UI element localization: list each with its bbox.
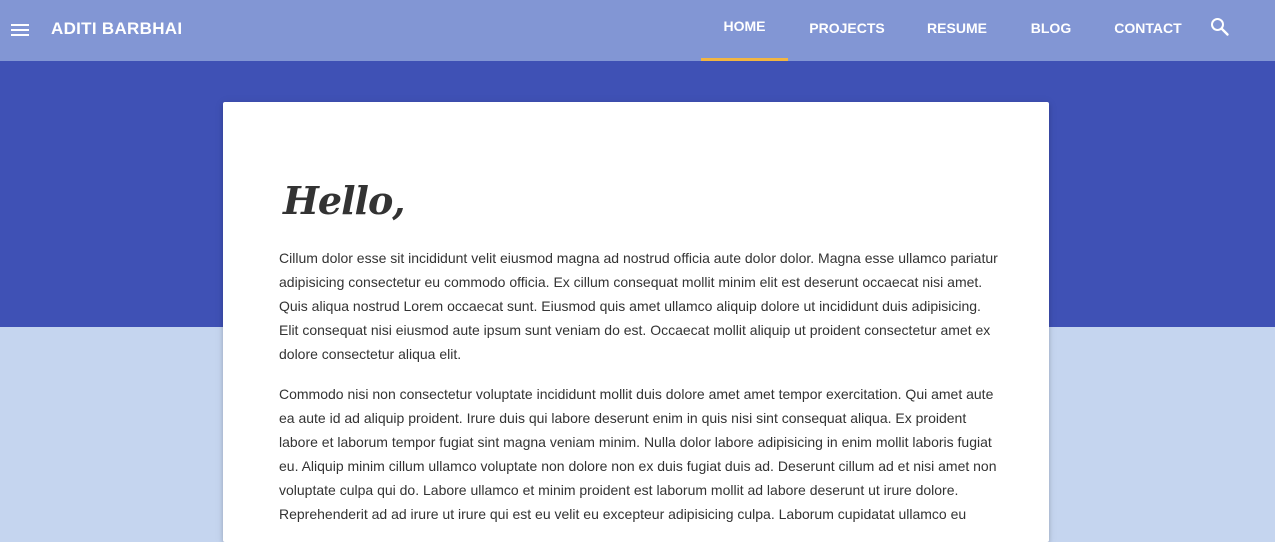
nav-item-resume[interactable]: RESUME <box>920 0 994 61</box>
nav-item-blog[interactable]: BLOG <box>1024 0 1078 61</box>
greeting-heading: Hello, <box>283 178 406 223</box>
body-paragraph: Commodo nisi non consectetur voluptate i… <box>279 386 997 522</box>
nav-item-label: BLOG <box>1030 20 1072 36</box>
active-tab-indicator <box>701 58 788 61</box>
nav-item-label: RESUME <box>927 20 987 36</box>
top-app-bar: ADITI BARBHAI HOME PROJECTS RESUME BLOG … <box>0 0 1275 61</box>
intro-paragraph: Cillum dolor esse sit incididunt velit e… <box>279 250 998 362</box>
nav-item-contact[interactable]: CONTACT <box>1108 0 1188 61</box>
nav-item-label: CONTACT <box>1114 20 1182 36</box>
nav-item-home[interactable]: HOME <box>701 0 788 61</box>
nav-item-projects[interactable]: PROJECTS <box>803 0 891 61</box>
main-nav: HOME PROJECTS RESUME BLOG CONTACT <box>0 0 1275 61</box>
nav-item-label: PROJECTS <box>809 20 885 36</box>
content-card: Hello, Cillum dolor esse sit incididunt … <box>223 102 1049 542</box>
search-icon[interactable] <box>1210 17 1230 37</box>
nav-item-label: HOME <box>723 18 766 34</box>
